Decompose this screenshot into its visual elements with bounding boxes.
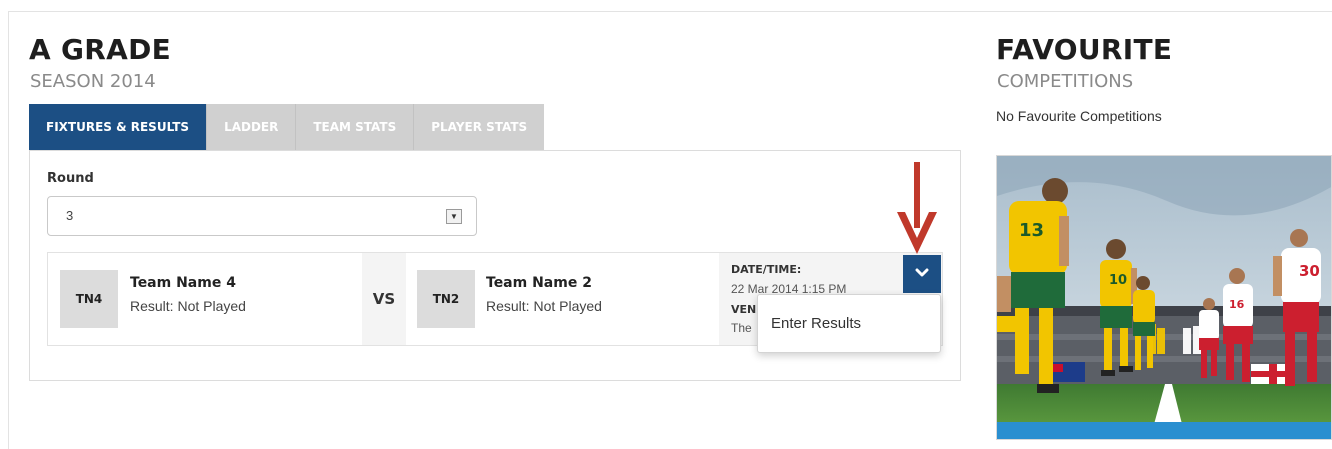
top-divider [8, 11, 1332, 12]
fixture-actions-button[interactable] [903, 255, 941, 293]
venue-value: The [731, 321, 752, 335]
jersey-number: 10 [1109, 273, 1127, 288]
tab-fixtures-results[interactable]: FIXTURES & RESULTS [29, 104, 207, 150]
competition-tabs: FIXTURES & RESULTS LADDER TEAM STATS PLA… [29, 104, 545, 150]
jersey-number: 30 [1299, 262, 1320, 280]
tab-player-stats[interactable]: PLAYER STATS [413, 104, 545, 150]
no-favourites-text: No Favourite Competitions [996, 108, 1162, 124]
left-divider [8, 11, 9, 449]
fixture-actions-menu: Enter Results [757, 294, 941, 353]
arrow-down-icon [897, 162, 937, 254]
season-subtitle: SEASON 2014 [30, 71, 156, 92]
chevron-down-icon [915, 268, 929, 277]
round-select[interactable]: 3 ▼ [47, 196, 477, 236]
home-team-logo: TN4 [60, 270, 118, 328]
versus-label: VS [372, 290, 396, 308]
away-team-logo: TN2 [417, 270, 475, 328]
away-team-result: Result: Not Played [486, 298, 602, 314]
away-team-card: TN2 Team Name 2 Result: Not Played [406, 253, 719, 345]
chevron-down-icon[interactable]: ▼ [446, 209, 462, 224]
round-label: Round [47, 171, 94, 186]
favourite-subtitle: COMPETITIONS [997, 71, 1134, 92]
tab-ladder[interactable]: LADDER [206, 104, 296, 150]
round-select-value: 3 [66, 208, 74, 223]
tab-team-stats[interactable]: TEAM STATS [295, 104, 414, 150]
jersey-number: 16 [1229, 298, 1245, 311]
competition-title: A GRADE [29, 33, 172, 66]
home-team-card: TN4 Team Name 4 Result: Not Played [48, 253, 362, 345]
datetime-label: DATE/TIME: [731, 263, 802, 276]
jersey-number: 13 [1019, 220, 1044, 241]
enter-results-menu-item[interactable]: Enter Results [771, 315, 861, 332]
home-team-name[interactable]: Team Name 4 [130, 275, 236, 291]
favourite-title: FAVOURITE [996, 33, 1173, 66]
away-team-name[interactable]: Team Name 2 [486, 275, 592, 291]
home-team-result: Result: Not Played [130, 298, 246, 314]
hockey-photo: 10 13 16 30 [996, 155, 1332, 440]
venue-label: VEN [731, 303, 757, 316]
